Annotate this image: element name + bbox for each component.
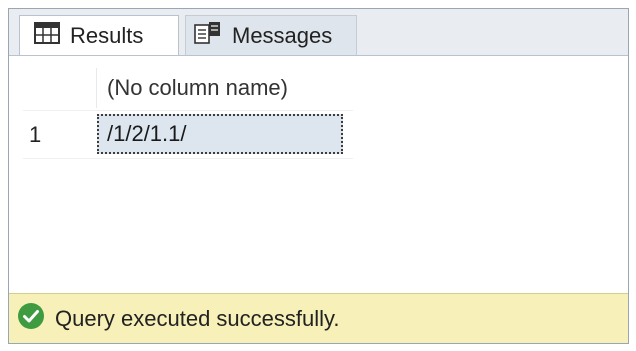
table-row[interactable]: 1 /1/2/1.1/ (23, 112, 353, 156)
grid-corner-cell[interactable] (23, 68, 97, 108)
tab-bar: Results Messages (9, 9, 628, 55)
tab-results-label: Results (70, 22, 144, 48)
grid-divider (23, 110, 353, 111)
status-message: Query executed successfully. (55, 305, 340, 331)
check-circle-icon (17, 302, 55, 336)
results-pane: Results Messages (No column name) 1 /1/2… (8, 8, 629, 344)
status-bar: Query executed successfully. (9, 293, 628, 343)
row-number[interactable]: 1 (29, 122, 41, 148)
result-cell[interactable]: /1/2/1.1/ (97, 114, 343, 154)
tab-messages[interactable]: Messages (185, 15, 357, 55)
grid-icon (34, 21, 60, 50)
grid-divider (23, 158, 353, 159)
tab-messages-label: Messages (232, 22, 333, 48)
results-grid: (No column name) 1 /1/2/1.1/ (9, 55, 628, 288)
messages-icon (194, 21, 222, 51)
column-header[interactable]: (No column name) (97, 68, 337, 108)
tab-results[interactable]: Results (19, 15, 179, 55)
